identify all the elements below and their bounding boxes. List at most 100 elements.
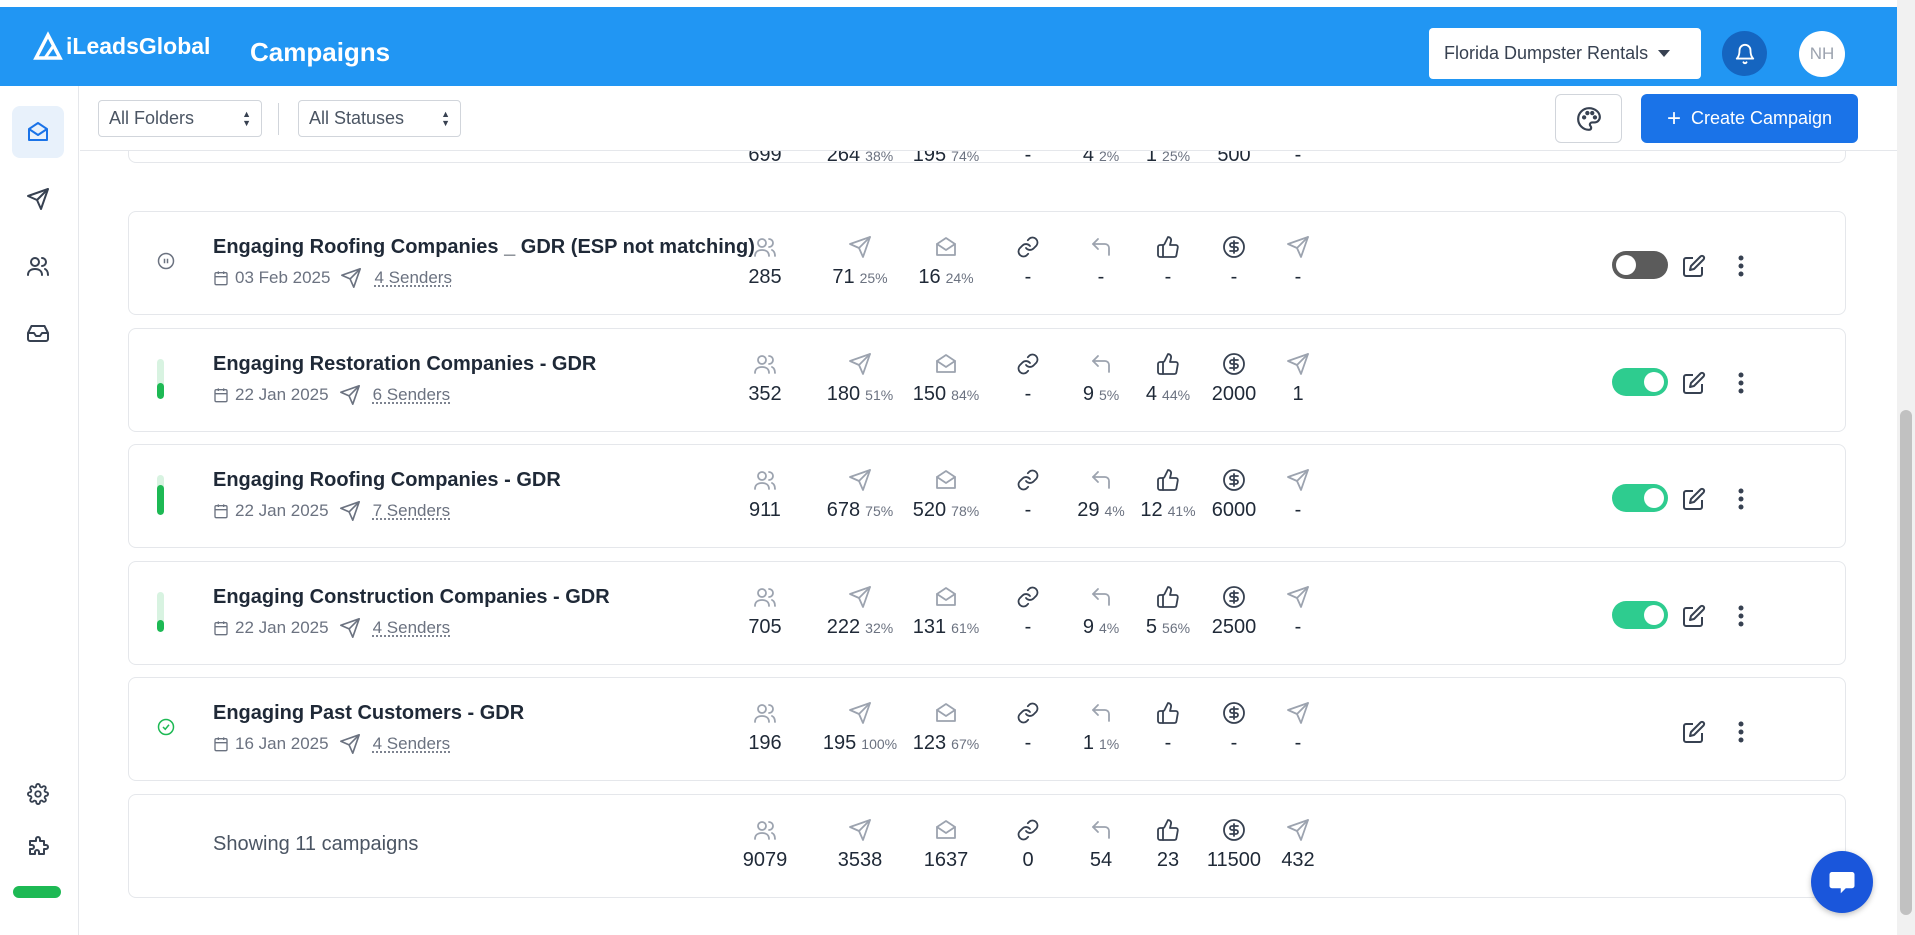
more-options-button[interactable] xyxy=(1731,601,1751,631)
more-options-button[interactable] xyxy=(1731,368,1751,398)
edit-button[interactable] xyxy=(1679,368,1709,398)
send-icon xyxy=(341,268,362,288)
more-vertical-icon xyxy=(1738,255,1744,277)
chat-button[interactable] xyxy=(1811,851,1873,913)
send-icon xyxy=(339,385,360,405)
users-icon xyxy=(754,471,776,490)
link-icon xyxy=(1017,819,1039,841)
stat-value: 1 xyxy=(1082,732,1094,754)
account-selector[interactable]: Florida Dumpster Rentals xyxy=(1429,28,1701,79)
notifications-button[interactable] xyxy=(1722,31,1767,76)
sidebar-item-integrations[interactable] xyxy=(12,822,64,874)
stat-value: 12 xyxy=(1140,499,1163,521)
more-options-button[interactable] xyxy=(1731,251,1751,281)
avatar[interactable]: NH xyxy=(1799,31,1845,77)
campaign-name[interactable]: Engaging Restoration Companies - GDR xyxy=(213,353,596,376)
stat-bounce: 1 xyxy=(1243,349,1353,406)
campaign-date: 16 Jan 2025 xyxy=(235,734,329,753)
senders-link[interactable]: 6 Senders xyxy=(373,385,451,405)
stat-value: 71 xyxy=(832,266,855,288)
bell-icon xyxy=(1735,43,1754,64)
campaign-toggle[interactable] xyxy=(1612,601,1668,629)
campaign-card[interactable]: Engaging Past Customers - GDR 16 Jan 2025… xyxy=(128,677,1846,781)
scrollbar-thumb[interactable] xyxy=(1900,410,1912,915)
reply-icon xyxy=(1092,588,1110,606)
campaign-card[interactable]: Engaging Roofing Companies _ GDR (ESP no… xyxy=(128,211,1846,315)
opened-icon xyxy=(936,237,956,256)
reply-icon xyxy=(1092,821,1110,839)
stat-value: - xyxy=(1024,151,1032,166)
create-campaign-label: Create Campaign xyxy=(1690,108,1833,128)
stat-bounce: - xyxy=(1243,698,1353,755)
stat-percent: 25% xyxy=(859,270,888,286)
stat-value: - xyxy=(1230,266,1238,288)
sidebar-item-inbox[interactable] xyxy=(12,307,64,359)
link-icon xyxy=(1017,469,1039,491)
edit-button[interactable] xyxy=(1679,484,1709,514)
logo[interactable]: iLeadsGlobal xyxy=(32,31,210,61)
senders-link[interactable]: 7 Senders xyxy=(373,501,451,521)
campaign-card[interactable]: Engaging Roofing Companies - GDR 22 Jan 2… xyxy=(128,444,1846,548)
senders-link[interactable]: 4 Senders xyxy=(374,268,452,288)
stat-users: 285 xyxy=(710,232,820,289)
campaign-card[interactable]: Engaging Construction Companies - GDR 22 … xyxy=(128,561,1846,665)
stat-value: 4 xyxy=(1082,151,1094,166)
users-icon xyxy=(754,588,776,607)
opened-icon xyxy=(936,820,956,839)
more-options-button[interactable] xyxy=(1731,484,1751,514)
stat-value: - xyxy=(1294,499,1302,521)
edit-button[interactable] xyxy=(1679,601,1709,631)
senders-link[interactable]: 4 Senders xyxy=(373,618,451,638)
campaign-name[interactable]: Engaging Construction Companies - GDR xyxy=(213,586,610,609)
reply-icon xyxy=(1092,471,1110,489)
campaign-name[interactable]: Engaging Past Customers - GDR xyxy=(213,702,524,725)
sidebar xyxy=(0,86,79,935)
scrollbar[interactable] xyxy=(1897,0,1915,935)
stat-value: - xyxy=(1294,616,1302,638)
folder-select-value: All Folders xyxy=(109,108,195,128)
sidebar-item-settings[interactable] xyxy=(12,768,64,820)
stat-value: 0 xyxy=(1022,849,1034,871)
status-select[interactable]: All Statuses ▲ ▼ xyxy=(298,100,461,137)
theme-button[interactable] xyxy=(1555,94,1622,143)
campaign-toggle[interactable] xyxy=(1612,368,1668,396)
stat-value: - xyxy=(1097,266,1105,288)
stat-value: - xyxy=(1024,499,1032,521)
users-icon xyxy=(27,257,49,276)
sidebar-item-sequences[interactable] xyxy=(12,173,64,225)
stat-value: - xyxy=(1024,383,1032,405)
create-campaign-button[interactable]: + Create Campaign xyxy=(1641,94,1858,143)
sidebar-item-contacts[interactable] xyxy=(12,240,64,292)
thumbs-up-icon xyxy=(1157,702,1179,724)
filter-bar: All Folders ▲ ▼ All Statuses ▲ ▼ + Create … xyxy=(80,86,1897,151)
stat-value: 9 xyxy=(1082,616,1094,638)
edit-icon xyxy=(1683,487,1706,510)
campaign-toggle[interactable] xyxy=(1612,484,1668,512)
top-bar: iLeadsGlobal Campaigns Florida Dumpster … xyxy=(0,7,1897,86)
stat-users: 911 xyxy=(710,465,820,522)
campaign-card[interactable]: Engaging Restoration Companies - GDR 22 J… xyxy=(128,328,1846,432)
users-icon xyxy=(754,821,776,840)
edit-icon xyxy=(1683,254,1706,277)
campaign-date: 03 Feb 2025 xyxy=(235,268,331,287)
stat-value: 678 xyxy=(826,499,861,521)
campaign-toggle[interactable] xyxy=(1612,251,1668,279)
calendar-icon xyxy=(214,271,228,286)
campaign-name[interactable]: Engaging Roofing Companies _ GDR (ESP no… xyxy=(213,236,755,259)
link-icon xyxy=(1017,353,1039,375)
bounce-icon xyxy=(1287,586,1309,608)
sidebar-item-campaigns[interactable] xyxy=(12,106,64,158)
more-options-button[interactable] xyxy=(1731,717,1751,747)
opened-icon xyxy=(936,354,956,373)
edit-button[interactable] xyxy=(1679,251,1709,281)
stat-value: - xyxy=(1294,732,1302,754)
folder-select[interactable]: All Folders ▲ ▼ xyxy=(98,100,262,137)
users-icon xyxy=(754,704,776,723)
edit-button[interactable] xyxy=(1679,717,1709,747)
stat-users: 196 xyxy=(710,698,820,755)
campaign-meta: 22 Jan 2025 4 Senders xyxy=(213,617,450,639)
senders-link[interactable]: 4 Senders xyxy=(373,734,451,754)
campaign-name[interactable]: Engaging Roofing Companies - GDR xyxy=(213,469,561,492)
campaign-card[interactable]: 04 Feb 20255 Senders 699 26438% 19574% -… xyxy=(128,151,1846,166)
stat-percent: 38% xyxy=(865,151,894,164)
